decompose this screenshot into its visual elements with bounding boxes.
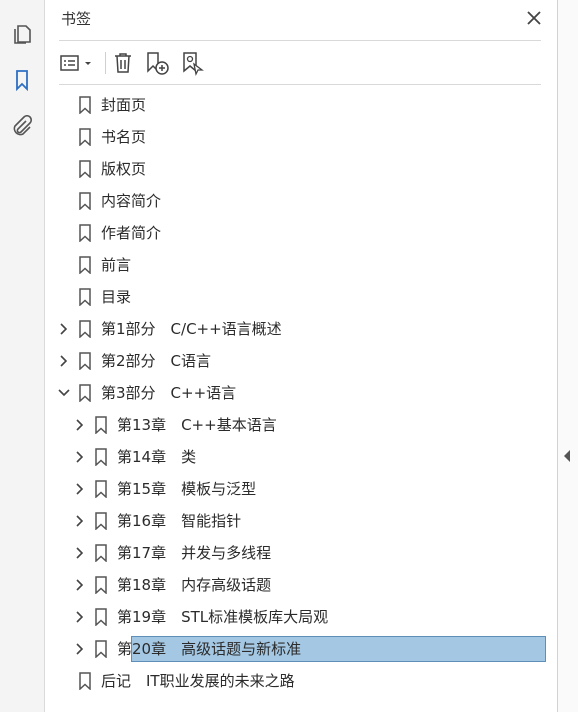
bookmark-item[interactable]: 第3部分 C++语言 [45, 380, 550, 406]
new-bookmark-from-structure-icon[interactable] [179, 50, 205, 76]
bookmark-item[interactable]: 封面页 [45, 92, 550, 118]
bookmark-item[interactable]: 内容简介 [45, 188, 550, 214]
bookmark-label[interactable]: 第2部分 C语言 [101, 351, 211, 371]
bookmark-label[interactable]: 第14章 类 [117, 447, 196, 467]
chevron-right-icon[interactable] [73, 641, 87, 657]
collapse-arrow-icon[interactable] [564, 450, 570, 462]
toolbar-separator [105, 52, 106, 74]
bookmark-icon [94, 512, 108, 531]
chevron-right-icon[interactable] [73, 609, 87, 625]
delete-icon[interactable] [111, 50, 135, 76]
bookmark-label[interactable]: 第3部分 C++语言 [101, 383, 236, 403]
bookmark-item[interactable]: 第15章 模板与泛型 [45, 476, 550, 502]
chevron-right-icon[interactable] [73, 513, 87, 529]
bookmark-label[interactable]: 书名页 [101, 127, 146, 147]
chevron-right-icon[interactable] [57, 321, 71, 337]
bookmark-icon [78, 128, 92, 147]
bookmark-icon [94, 608, 108, 627]
bookmark-icon [78, 192, 92, 211]
bookmark-icon [78, 352, 92, 371]
bookmark-label[interactable]: 第20章 高级话题与新标准 [117, 639, 301, 659]
chevron-right-icon[interactable] [73, 545, 87, 561]
bookmark-label[interactable]: 第17章 并发与多线程 [117, 543, 271, 563]
bookmark-label[interactable]: 前言 [101, 255, 131, 275]
bookmark-label[interactable]: 版权页 [101, 159, 146, 179]
bookmark-item[interactable]: 第17章 并发与多线程 [45, 540, 550, 566]
bookmark-item[interactable]: 第16章 智能指针 [45, 508, 550, 534]
bookmark-icon[interactable] [10, 68, 34, 92]
bookmark-icon [78, 96, 92, 115]
bookmark-icon [94, 640, 108, 659]
bookmark-icon [94, 544, 108, 563]
bookmark-label[interactable]: 内容简介 [101, 191, 161, 211]
chevron-right-icon[interactable] [73, 417, 87, 433]
navigation-sidebar [0, 0, 45, 712]
bookmark-label[interactable]: 第1部分 C/C++语言概述 [101, 319, 282, 339]
bookmark-label[interactable]: 后记 IT职业发展的未来之路 [101, 671, 295, 691]
bookmark-label[interactable]: 目录 [101, 287, 131, 307]
bookmark-item[interactable]: 第1部分 C/C++语言概述 [45, 316, 550, 342]
close-icon[interactable] [525, 9, 543, 27]
chevron-down-icon[interactable] [57, 385, 71, 401]
bookmark-icon [78, 384, 92, 403]
bookmark-icon [78, 224, 92, 243]
bookmark-item[interactable]: 第14章 类 [45, 444, 550, 470]
bookmark-item[interactable]: 第19章 STL标准模板库大局观 [45, 604, 550, 630]
chevron-right-icon[interactable] [73, 481, 87, 497]
chevron-right-icon[interactable] [73, 577, 87, 593]
bookmark-icon [94, 576, 108, 595]
bookmark-icon [78, 672, 92, 691]
add-bookmark-icon[interactable] [144, 50, 170, 76]
bookmark-item[interactable]: 后记 IT职业发展的未来之路 [45, 668, 550, 694]
chevron-right-icon[interactable] [73, 449, 87, 465]
bookmark-item[interactable]: 第20章 高级话题与新标准 [45, 636, 550, 662]
bookmark-icon [78, 160, 92, 179]
bookmark-label[interactable]: 第18章 内存高级话题 [117, 575, 271, 595]
bookmark-item[interactable]: 目录 [45, 284, 550, 310]
bookmark-icon [94, 416, 108, 435]
bookmark-item[interactable]: 第13章 C++基本语言 [45, 412, 550, 438]
pages-icon[interactable] [10, 22, 34, 46]
bookmark-item[interactable]: 版权页 [45, 156, 550, 182]
divider [59, 40, 541, 41]
bookmark-item[interactable]: 前言 [45, 252, 550, 278]
attachment-icon[interactable] [10, 114, 34, 138]
options-menu-icon[interactable] [59, 50, 95, 76]
panel-splitter[interactable] [557, 0, 578, 712]
chevron-right-icon[interactable] [57, 353, 71, 369]
bookmark-label[interactable]: 封面页 [101, 95, 146, 115]
bookmark-icon [94, 448, 108, 467]
bookmark-label[interactable]: 第16章 智能指针 [117, 511, 241, 531]
bookmark-label[interactable]: 第13章 C++基本语言 [117, 415, 277, 435]
bookmark-label[interactable]: 第19章 STL标准模板库大局观 [117, 607, 328, 627]
bookmark-item[interactable]: 作者简介 [45, 220, 550, 246]
bookmark-icon [78, 320, 92, 339]
bookmarks-panel: 书签 封面页 书名页 版权页 内容简介 作者简介 前言 目录 第1部分 C/C++语言概述 第2… [45, 0, 557, 712]
bookmarks-toolbar [59, 46, 539, 80]
bookmark-icon [94, 480, 108, 499]
panel-title: 书签 [61, 10, 92, 28]
bookmark-label[interactable]: 第15章 模板与泛型 [117, 479, 256, 499]
bookmark-item[interactable]: 第2部分 C语言 [45, 348, 550, 374]
bookmark-item[interactable]: 书名页 [45, 124, 550, 150]
bookmark-icon [78, 256, 92, 275]
bookmark-item[interactable]: 第18章 内存高级话题 [45, 572, 550, 598]
bookmark-icon [78, 288, 92, 307]
bookmark-label[interactable]: 作者简介 [101, 223, 161, 243]
divider [59, 84, 541, 85]
